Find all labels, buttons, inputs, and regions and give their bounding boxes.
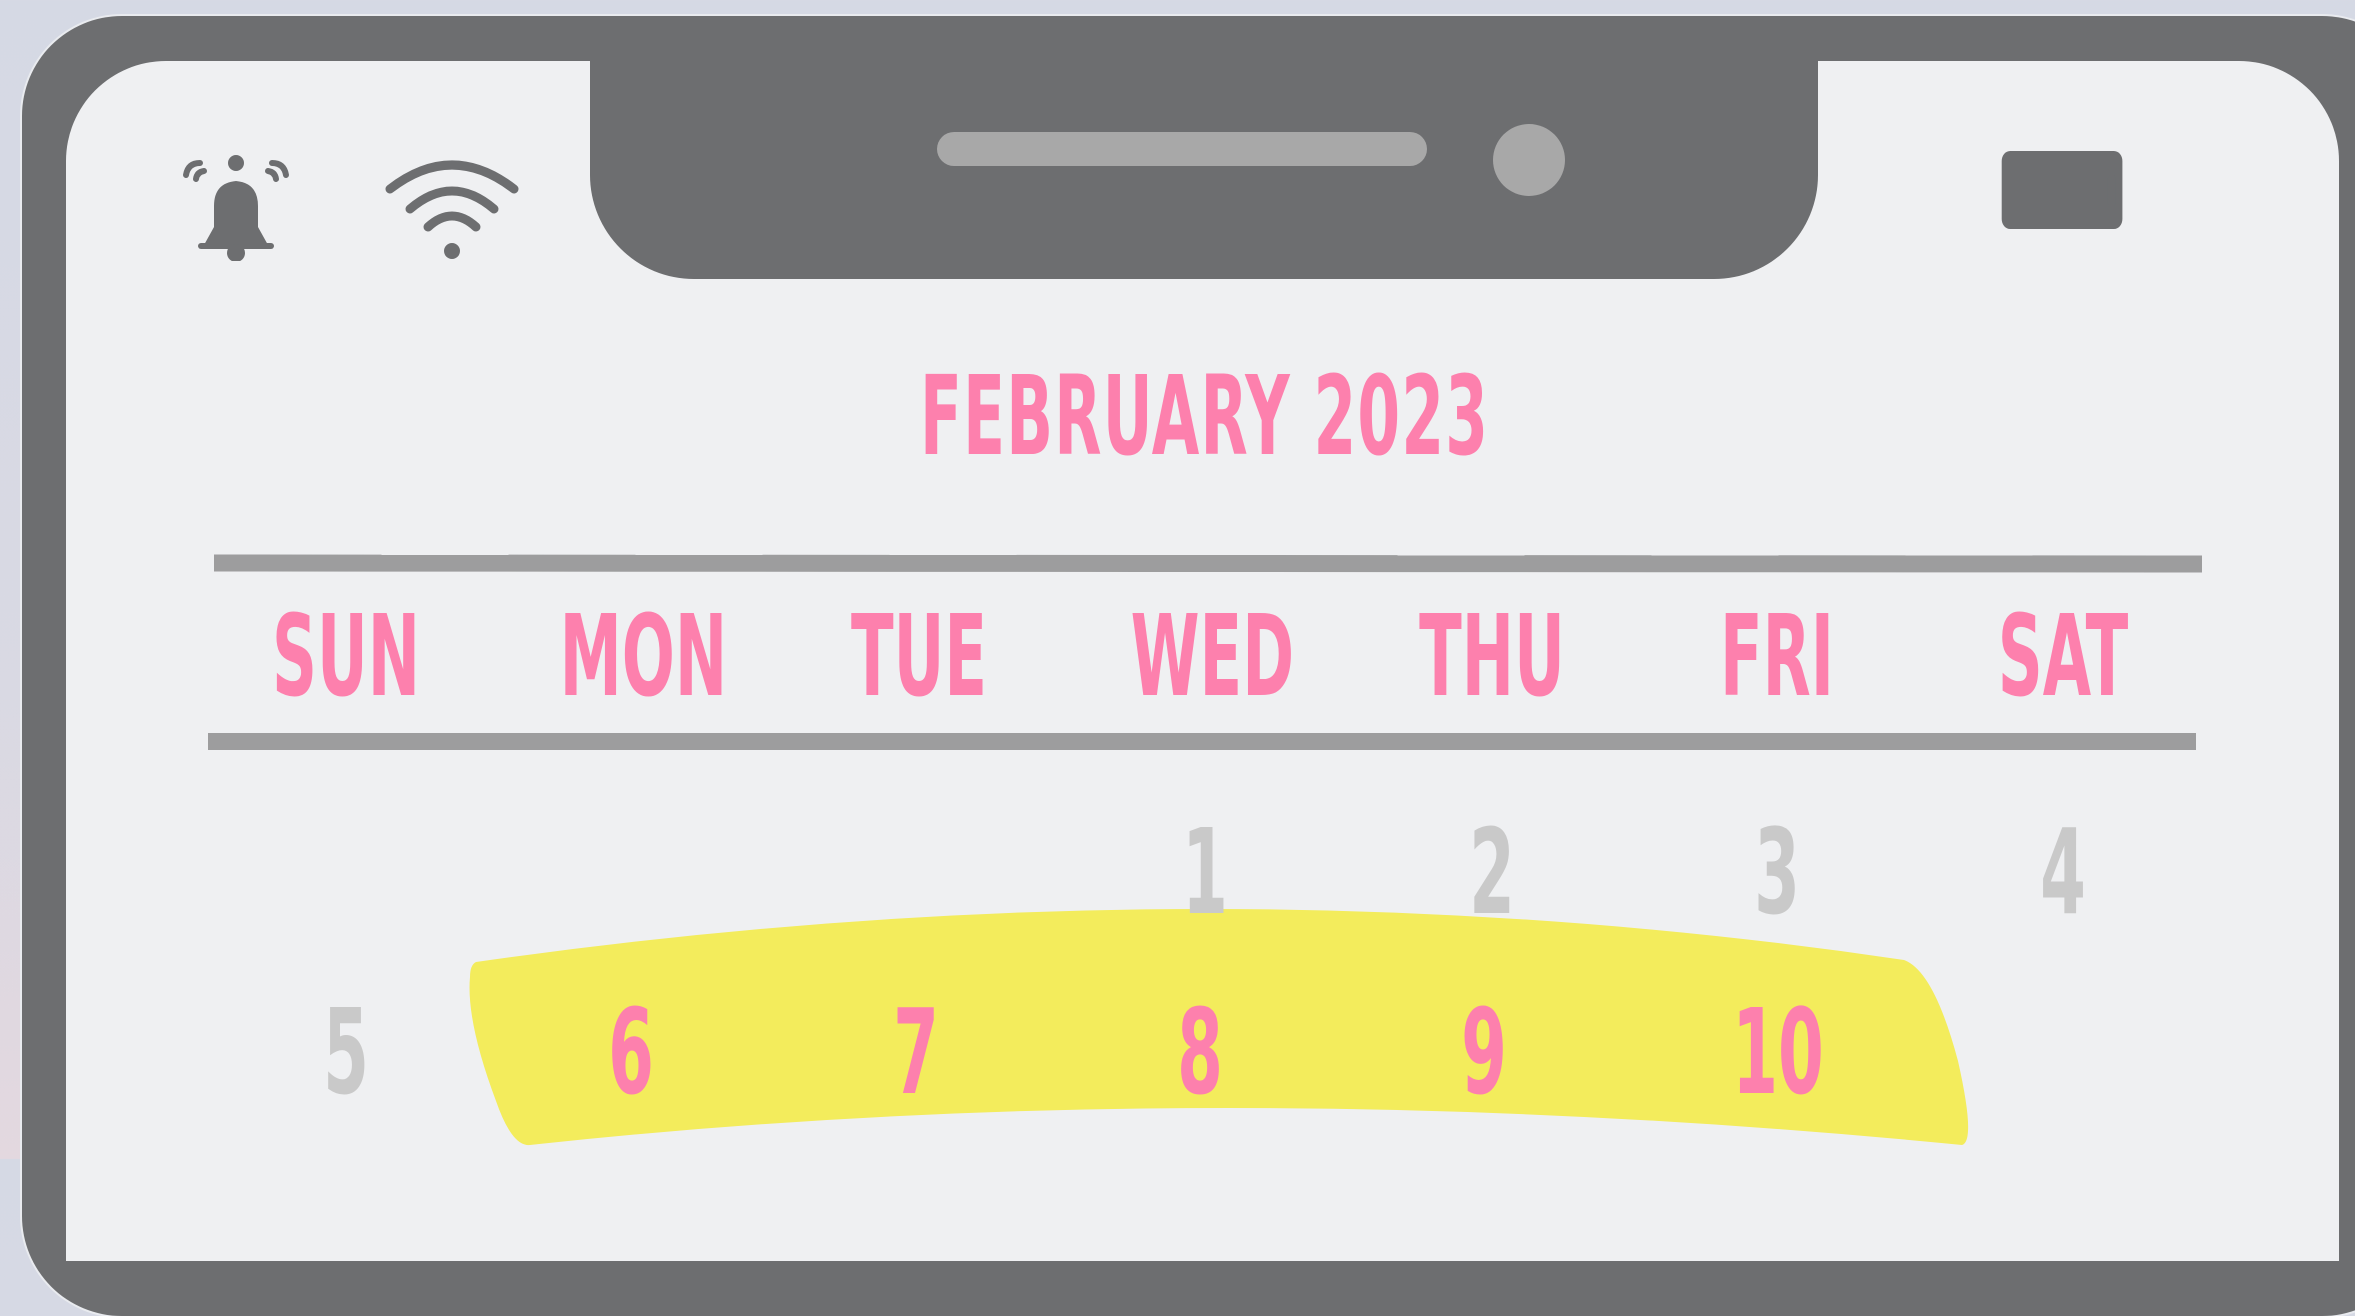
day-8[interactable]: 8	[1126, 993, 1275, 1111]
day-4[interactable]: 4	[1989, 813, 2138, 931]
day-5[interactable]: 5	[272, 993, 421, 1111]
day-6[interactable]: 6	[557, 993, 706, 1111]
day-10[interactable]: 10	[1704, 993, 1853, 1111]
day-1[interactable]: 1	[1131, 813, 1280, 931]
phone-screen: FEBRUARY 2023 SUN MON TUE WED THU FRI SA…	[66, 61, 2339, 1261]
day-3[interactable]: 3	[1703, 813, 1852, 931]
day-9[interactable]: 9	[1410, 993, 1559, 1111]
day-2[interactable]: 2	[1418, 813, 1567, 931]
day-7[interactable]: 7	[842, 993, 991, 1111]
